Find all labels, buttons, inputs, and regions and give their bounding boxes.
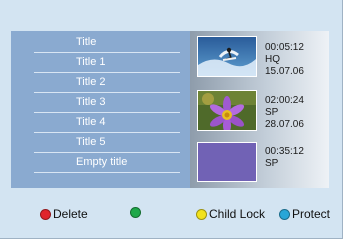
green-button-icon [130, 207, 141, 218]
title-item-5[interactable]: Title 5 [34, 133, 180, 153]
date-text: 15.07.06 [265, 66, 304, 77]
quality-text: SP [265, 107, 279, 118]
preview-info-1: 00:05:12 HQ 15.07.06 [265, 42, 304, 78]
delete-button[interactable]: Delete [40, 207, 88, 221]
empty-thumbnail[interactable] [197, 142, 257, 182]
top-band [0, 0, 342, 30]
date-text: 28.07.06 [265, 119, 304, 130]
green-button[interactable] [130, 207, 143, 218]
red-button-icon [40, 208, 51, 220]
preview-info-3: 00:35:12 SP [265, 146, 304, 170]
duration-text: 02:00:24 [265, 95, 304, 106]
dvd-recorder-screen: Title Title 1 Title 2 Title 3 Title 4 Ti… [0, 0, 343, 239]
title-item-empty[interactable]: Empty title [34, 153, 180, 173]
delete-label: Delete [53, 207, 88, 221]
surfer-thumbnail[interactable] [197, 36, 257, 77]
quality-text: HQ [265, 54, 280, 65]
yellow-button-icon [196, 208, 207, 220]
duration-text: 00:05:12 [265, 42, 304, 53]
protect-button[interactable]: Protect [279, 207, 330, 221]
title-item-1[interactable]: Title 1 [34, 53, 180, 73]
preview-info-2: 02:00:24 SP 28.07.06 [265, 95, 304, 131]
child-lock-label: Child Lock [209, 207, 266, 221]
title-list: Title Title 1 Title 2 Title 3 Title 4 Ti… [34, 33, 180, 173]
blue-button-icon [279, 208, 290, 220]
protect-label: Protect [292, 207, 331, 221]
title-item-3[interactable]: Title 3 [34, 93, 180, 113]
title-header: Title [34, 33, 180, 53]
flower-thumbnail[interactable] [197, 90, 257, 131]
quality-text: SP [265, 158, 279, 169]
title-item-2[interactable]: Title 2 [34, 73, 180, 93]
child-lock-button[interactable]: Child Lock [196, 207, 265, 221]
duration-text: 00:35:12 [265, 146, 304, 157]
title-item-4[interactable]: Title 4 [34, 113, 180, 133]
